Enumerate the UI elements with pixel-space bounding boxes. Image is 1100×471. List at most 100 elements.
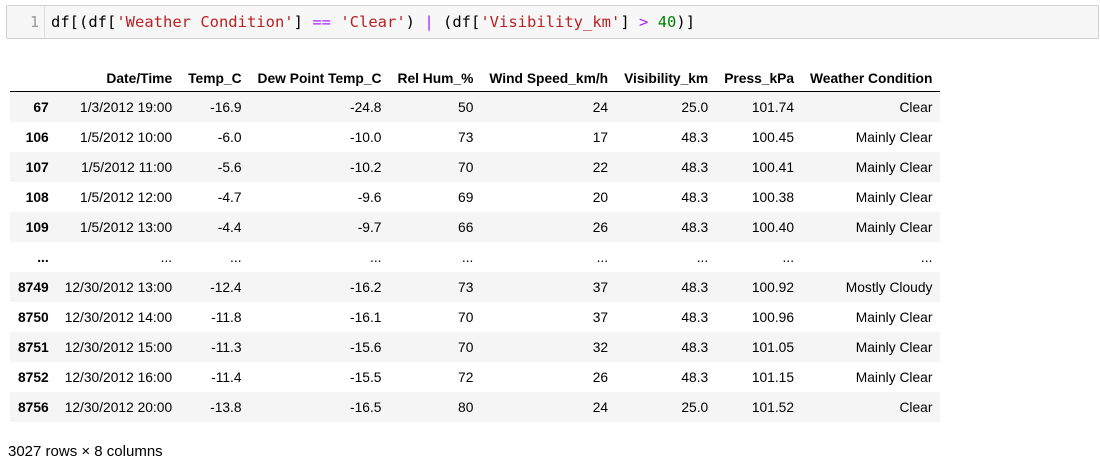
table-cell: 72 — [458, 369, 474, 385]
table-cell: Mainly Clear — [855, 309, 933, 325]
table-cell: 1/5/2012 12:00 — [80, 189, 173, 205]
table-cell: -15.5 — [350, 369, 382, 385]
table-cell: 50 — [458, 99, 474, 115]
table-cell: 101.15 — [751, 369, 795, 385]
table-cell: 100.41 — [751, 159, 795, 175]
table-cell: ... — [782, 249, 795, 265]
code-token: > — [639, 13, 649, 31]
code-token: ) — [405, 13, 425, 31]
column-header: Weather Condition — [802, 65, 941, 92]
table-cell: 101.52 — [751, 399, 795, 415]
table-row: 8752 12/30/2012 16:00 -11.4 -15.5 72 26 48.3 10… — [10, 362, 940, 392]
code-token: | — [424, 13, 434, 31]
table-row: 8751 12/30/2012 15:00 -11.3 -15.6 70 32 48.3 10… — [10, 332, 941, 362]
table-cell: Mainly Clear — [855, 369, 933, 385]
table-cell: 100.38 — [751, 189, 795, 205]
row-index: ... — [37, 249, 49, 265]
table-cell: 1/3/2012 19:00 — [80, 99, 173, 115]
table-row: 67 1/3/2012 19:00 -16.9 -24.8 50 24 25.0 101.74… — [10, 91, 941, 122]
table-cell: -16.1 — [350, 309, 382, 325]
code-token: 'Visibility_km' — [480, 13, 621, 31]
table-cell: 48.3 — [681, 129, 709, 145]
table-cell: 101.05 — [751, 339, 795, 355]
table-cell: 100.45 — [751, 129, 795, 145]
table-cell: 48.3 — [681, 369, 709, 385]
table-cell: 1/5/2012 13:00 — [80, 219, 173, 235]
table-row: 107 1/5/2012 11:00 -5.6 -10.2 70 22 48.3 100.41… — [10, 152, 941, 182]
table-cell: -24.8 — [350, 99, 382, 115]
table-cell: 24 — [592, 399, 609, 415]
table-row: 8749 12/30/2012 13:00 -12.4 -16.2 73 37 48.3 10… — [10, 272, 941, 302]
dataframe-shape-caption: 3027 rows × 8 columns — [8, 443, 163, 460]
table-cell: 25.0 — [681, 99, 709, 115]
table-cell: -4.4 — [217, 219, 242, 235]
table-cell: 32 — [592, 339, 609, 355]
column-header: Dew Point Temp_C — [249, 65, 390, 92]
table-cell: -11.3 — [211, 339, 242, 355]
table-cell: 100.96 — [751, 309, 795, 325]
table-cell: -9.6 — [357, 189, 382, 205]
table-cell: -10.2 — [350, 159, 382, 175]
column-header: Date/Time — [56, 65, 181, 92]
table-cell: 12/30/2012 14:00 — [64, 309, 173, 325]
table-cell: ... — [696, 249, 709, 265]
table-cell: 1/5/2012 10:00 — [80, 129, 173, 145]
table-cell: 12/30/2012 16:00 — [64, 369, 173, 385]
table-cell: -13.8 — [210, 399, 242, 415]
table-cell: Mainly Clear — [855, 189, 933, 205]
table-row: 109 1/5/2012 13:00 -4.4 -9.7 66 26 48.3 100.40 M… — [10, 212, 941, 242]
row-index: 106 — [25, 129, 49, 145]
table-cell: -16.9 — [210, 99, 242, 115]
table-cell: -15.6 — [350, 339, 382, 355]
table-cell: 48.3 — [681, 219, 709, 235]
table-row: ........................... — [10, 242, 940, 272]
code-token: (df[ — [433, 13, 481, 31]
table-cell: ... — [369, 249, 382, 265]
code-input[interactable]: df[(df['Weather Condition'] == 'Clear') … — [45, 13, 695, 31]
table-cell: 17 — [592, 129, 609, 145]
table-cell: Mainly Clear — [855, 129, 933, 145]
table-cell: 25.0 — [681, 399, 709, 415]
table-cell: 73 — [458, 129, 474, 145]
code-token: df[(df[ — [51, 13, 117, 31]
table-cell: 70 — [458, 339, 474, 355]
table-cell: 26 — [592, 369, 609, 385]
table-cell: 37 — [592, 279, 609, 295]
table-row: 108 1/5/2012 12:00 -4.7 -9.6 69 20 48.3 100.38 M… — [10, 182, 940, 212]
table-cell: Mainly Clear — [855, 339, 933, 355]
table-cell: 48.3 — [681, 309, 709, 325]
table-cell: -6.0 — [217, 129, 242, 145]
table-cell: ... — [461, 249, 474, 265]
row-index: 8750 — [18, 309, 49, 325]
row-index: 8749 — [18, 279, 49, 295]
row-index: 107 — [25, 159, 49, 175]
table-cell: Mostly Cloudy — [845, 279, 933, 295]
table-cell: -11.4 — [211, 369, 242, 385]
table-cell: ... — [596, 249, 609, 265]
table-cell: 69 — [458, 189, 474, 205]
table-cell: 12/30/2012 15:00 — [64, 339, 173, 355]
code-token: 'Weather Condition' — [116, 13, 294, 31]
row-index: 108 — [25, 189, 49, 205]
code-cell[interactable]: 1 df[(df['Weather Condition'] == 'Clear'… — [6, 5, 1099, 39]
table-cell: -11.8 — [211, 309, 242, 325]
column-header: Rel Hum_% — [389, 65, 482, 92]
table-cell: Clear — [899, 399, 933, 415]
column-header: Visibility_km — [616, 65, 717, 92]
row-index: 8751 — [18, 339, 49, 355]
table-row: 8750 12/30/2012 14:00 -11.8 -16.1 70 37 48.3 10… — [10, 302, 940, 332]
line-number: 1 — [7, 6, 45, 38]
table-cell: Mainly Clear — [855, 159, 933, 175]
table-cell: 12/30/2012 20:00 — [64, 399, 173, 415]
row-index: 8752 — [18, 369, 49, 385]
table-body: 67 1/3/2012 19:00 -16.9 -24.8 50 24 25.0 101.74… — [10, 91, 941, 422]
dataframe-output: Date/Time Temp_C Dew Point Temp_C Rel Hum_%… — [10, 65, 941, 422]
table-cell: -16.5 — [350, 399, 382, 415]
table-cell: 100.92 — [751, 279, 795, 295]
table-cell: ... — [920, 249, 933, 265]
table-cell: -4.7 — [217, 189, 242, 205]
table-cell: -5.6 — [217, 159, 242, 175]
table-cell: ... — [160, 249, 173, 265]
